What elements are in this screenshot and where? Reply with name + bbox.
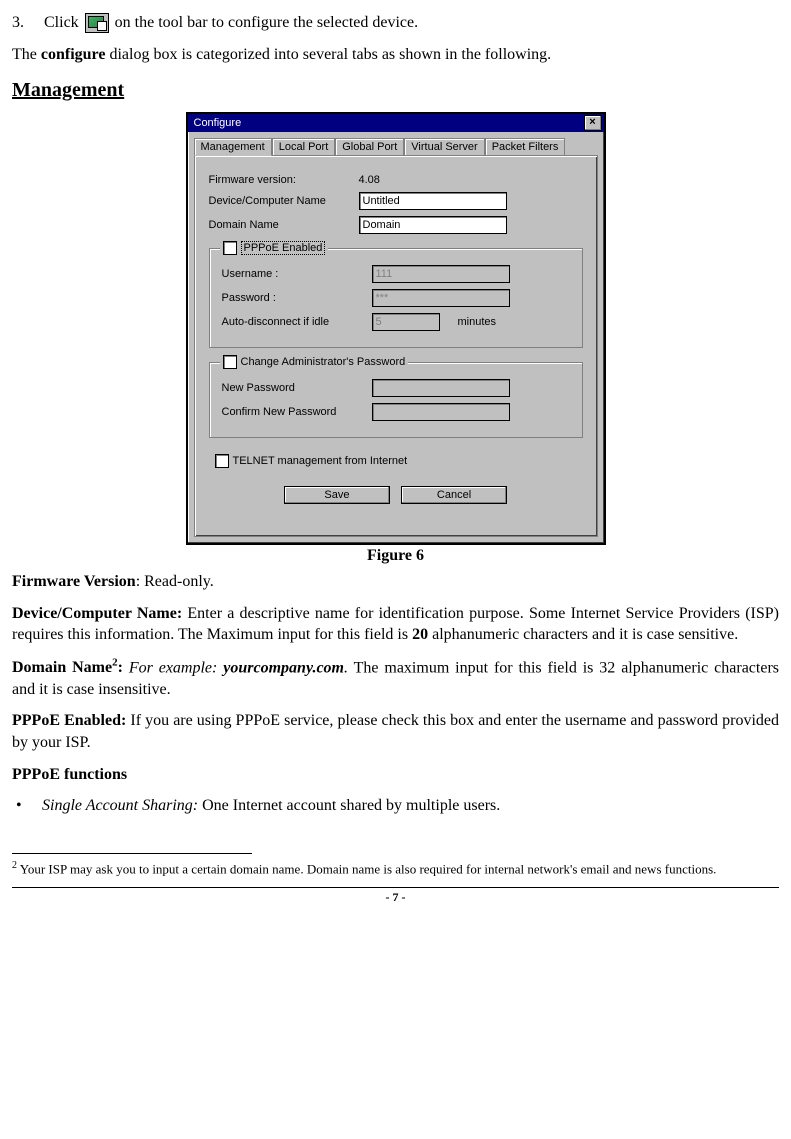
username-input[interactable] (372, 265, 510, 283)
para-pppoe-enabled: PPPoE Enabled: If you are using PPPoE se… (12, 710, 779, 753)
password-input[interactable] (372, 289, 510, 307)
intro-bold: configure (41, 46, 106, 63)
bullet-single-account: • Single Account Sharing: One Internet a… (16, 795, 779, 817)
domain-name-label: Domain Name (209, 219, 359, 231)
tab-packet-filters[interactable]: Packet Filters (485, 138, 566, 155)
username-label: Username : (222, 268, 372, 280)
checkbox-icon (215, 454, 229, 468)
page-footer-rule (12, 887, 779, 888)
page-number: - 7 - (12, 890, 779, 905)
firmware-value: 4.08 (359, 174, 380, 186)
save-button[interactable]: Save (284, 486, 390, 504)
idle-minutes-input[interactable] (372, 313, 440, 331)
new-password-input[interactable] (372, 379, 510, 397)
checkbox-icon (223, 355, 237, 369)
password-label: Password : (222, 292, 372, 304)
change-password-checkbox[interactable]: Change Administrator's Password (220, 355, 409, 369)
intro-paragraph: The configure dialog box is categorized … (12, 44, 779, 66)
tab-local-port[interactable]: Local Port (272, 138, 336, 155)
confirm-password-input[interactable] (372, 403, 510, 421)
idle-unit: minutes (458, 316, 497, 328)
close-button[interactable]: × (584, 115, 602, 131)
dialog-title: Configure (190, 117, 242, 129)
device-name-label: Device/Computer Name (209, 195, 359, 207)
confirm-password-label: Confirm New Password (222, 406, 372, 418)
para-pppoe-functions-heading: PPPoE functions (12, 764, 779, 786)
figure-caption: Figure 6 (12, 547, 779, 565)
tab-virtual-server[interactable]: Virtual Server (404, 138, 484, 155)
step-text-before: Click (44, 14, 79, 31)
auto-disconnect-label: Auto-disconnect if idle (222, 316, 372, 328)
section-heading-management: Management (12, 79, 779, 102)
pppoe-enabled-checkbox[interactable]: PPPoE Enabled (220, 241, 329, 255)
figure-6: Configure × Management Local Port Global… (12, 112, 779, 545)
tab-management[interactable]: Management (194, 138, 272, 156)
domain-name-input[interactable] (359, 216, 507, 234)
firmware-label: Firmware version: (209, 174, 359, 186)
change-password-group: Change Administrator's Password New Pass… (209, 362, 583, 438)
para-domain-name: Domain Name2: For example: yourcompany.c… (12, 656, 779, 701)
footnote-2: 2 Your ISP may ask you to input a certai… (12, 860, 779, 878)
checkbox-icon (223, 241, 237, 255)
new-password-label: New Password (222, 382, 372, 394)
telnet-checkbox[interactable]: TELNET management from Internet (215, 454, 408, 468)
configure-dialog: Configure × Management Local Port Global… (186, 112, 606, 545)
tab-panel-management: Firmware version: 4.08 Device/Computer N… (194, 155, 598, 537)
device-name-input[interactable] (359, 192, 507, 210)
tab-global-port[interactable]: Global Port (335, 138, 404, 155)
cancel-button[interactable]: Cancel (401, 486, 507, 504)
para-device-name: Device/Computer Name: Enter a descriptiv… (12, 603, 779, 646)
pppoe-group: PPPoE Enabled Username : Password : Auto… (209, 248, 583, 348)
dialog-tabs: Management Local Port Global Port Virtua… (188, 132, 604, 155)
step-number: 3. (12, 12, 40, 34)
step-3: 3. Click on the tool bar to configure th… (12, 12, 779, 34)
para-firmware: Firmware Version: Read-only. (12, 571, 779, 593)
footnote-separator (12, 853, 252, 854)
step-text-after: on the tool bar to configure the selecte… (115, 14, 418, 31)
configure-toolbar-icon (85, 13, 109, 33)
dialog-titlebar: Configure × (188, 114, 604, 132)
